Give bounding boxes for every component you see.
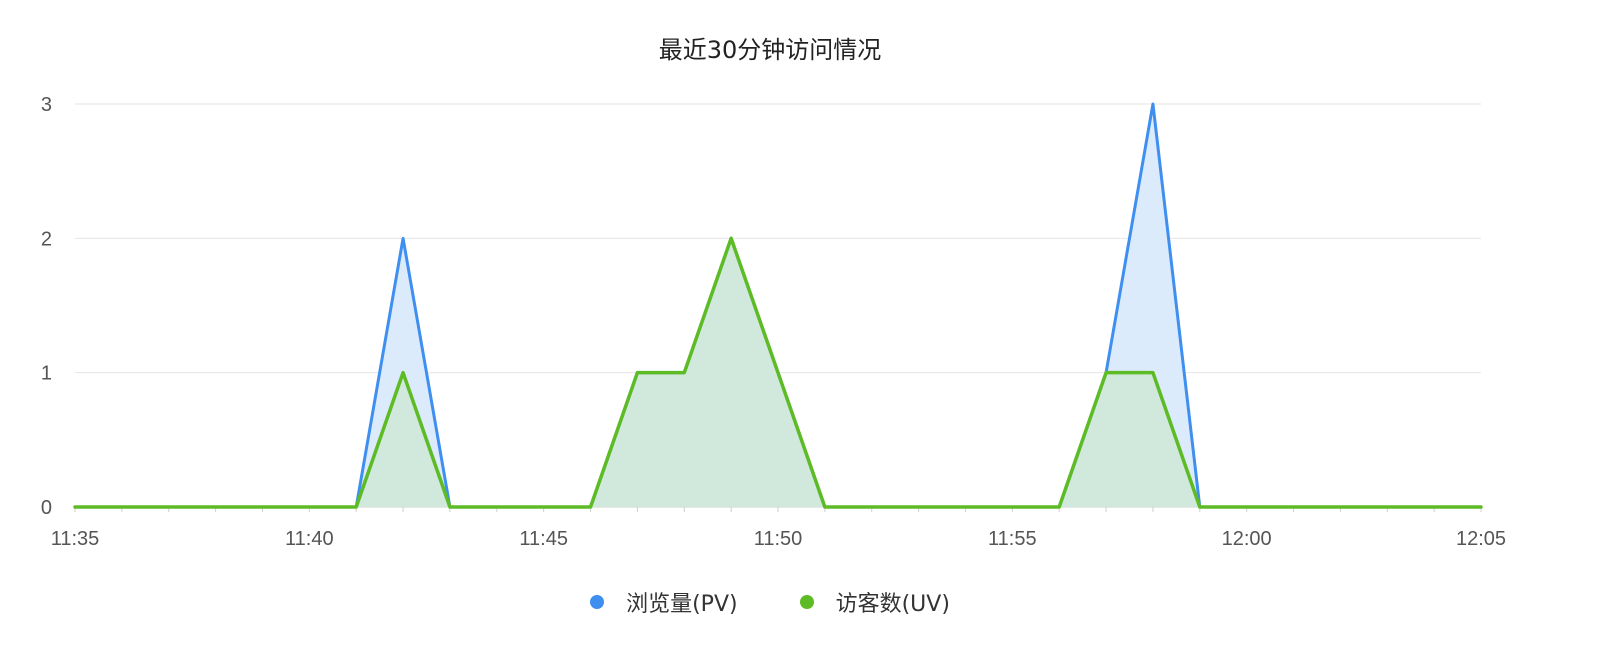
series-0-point-7: [401, 236, 405, 240]
x-tick-label-11-55: 11:55: [988, 528, 1037, 550]
series-1-point-13: [682, 371, 686, 375]
legend-label-pv: 浏览量(PV): [626, 592, 738, 617]
legend-item-uv[interactable]: 访客数(UV): [799, 586, 950, 618]
legend-label-uv: 访客数(UV): [835, 592, 950, 617]
series-1-point-19: [963, 505, 967, 509]
series-1-point-6: [354, 505, 358, 509]
series-1-point-21: [1057, 505, 1061, 509]
series-1-point-27: [1338, 505, 1342, 509]
series-0-point-23: [1151, 102, 1155, 106]
series-1-point-30: [1479, 505, 1483, 509]
x-tick-label-11-45: 11:45: [519, 528, 568, 550]
series-1-point-1: [120, 505, 124, 509]
series-1-point-20: [1010, 505, 1014, 509]
series-1-point-8: [448, 505, 452, 509]
series-1-point-5: [307, 505, 311, 509]
x-tick-label-12-00: 12:00: [1222, 528, 1272, 550]
series-1-point-23: [1151, 371, 1155, 375]
chart-canvas: 0 1 2 3 11:35 11:40 11:45 11:50 11:55 12:00 12:05: [41, 94, 1506, 550]
series-1-point-17: [870, 505, 874, 509]
series-1-point-29: [1432, 505, 1436, 509]
x-tick-label-12-05: 12:05: [1456, 528, 1506, 550]
y-tick-label-1: 1: [41, 363, 52, 385]
series-1-point-3: [214, 505, 218, 509]
series-1-point-15: [776, 371, 780, 375]
legend-marker-pv: [590, 595, 605, 609]
x-tick-label-11-40: 11:40: [285, 528, 334, 550]
series-1-point-24: [1198, 505, 1202, 509]
series-1-point-2: [167, 505, 171, 509]
y-tick-label-3: 3: [41, 94, 52, 116]
series-1-point-16: [823, 505, 827, 509]
series-1-point-4: [260, 505, 264, 509]
series-1-point-9: [495, 505, 499, 509]
legend-item-pv[interactable]: 浏览量(PV): [590, 586, 738, 618]
x-tick-label-11-50: 11:50: [754, 528, 803, 550]
series-1-point-12: [635, 371, 639, 375]
series-1-point-11: [589, 505, 593, 509]
legend: 浏览量(PV) 访客数(UV): [0, 586, 1540, 618]
series-1-point-28: [1385, 505, 1389, 509]
series-1-point-18: [917, 505, 921, 509]
series-1-point-14: [729, 236, 733, 240]
x-tick-label-11-35: 11:35: [51, 528, 100, 550]
series-1-point-26: [1292, 505, 1296, 509]
series-1-point-22: [1104, 371, 1108, 375]
y-tick-label-2: 2: [41, 228, 52, 250]
y-tick-label-0: 0: [41, 497, 52, 519]
legend-marker-uv: [799, 595, 814, 609]
series-1-point-25: [1245, 505, 1249, 509]
series-1-point-0: [73, 505, 77, 509]
series-1-point-7: [401, 371, 405, 375]
series-1-point-10: [542, 505, 546, 509]
